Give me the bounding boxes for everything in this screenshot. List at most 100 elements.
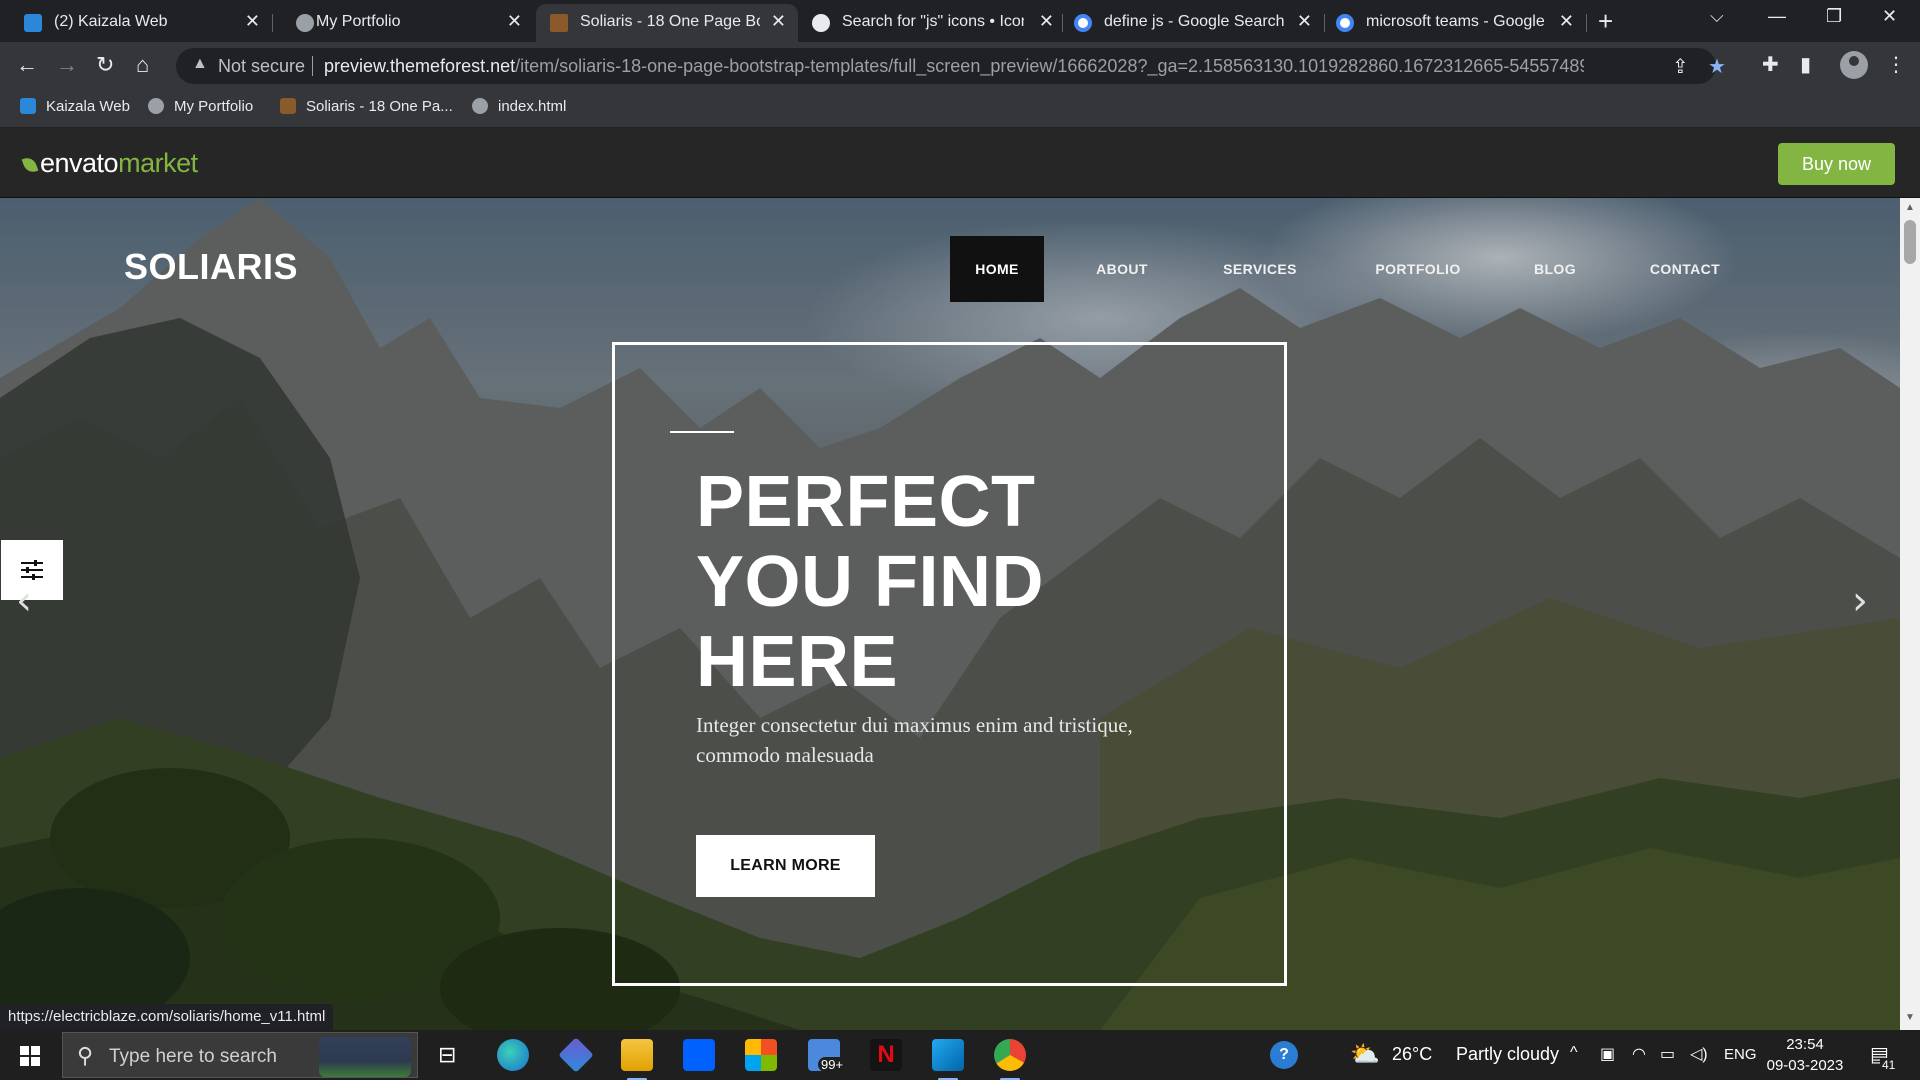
close-tab-icon[interactable]: ✕ xyxy=(507,11,522,32)
globe-icon xyxy=(296,14,314,32)
google-icon xyxy=(1336,14,1354,32)
tab-define-js[interactable]: define js - Google Search ✕ xyxy=(1062,4,1324,42)
globe-icon xyxy=(472,98,488,114)
meet-now-icon[interactable]: ▣ xyxy=(1600,1044,1615,1064)
clock-date: 09-03-2023 xyxy=(1766,1057,1844,1074)
weather-temp[interactable]: 26°C xyxy=(1392,1044,1432,1065)
scrollbar-thumb[interactable] xyxy=(1904,220,1916,264)
tab-title: (2) Kaizala Web xyxy=(54,13,168,30)
next-slide-icon[interactable]: › xyxy=(1852,578,1868,624)
weather-desc[interactable]: Partly cloudy xyxy=(1456,1044,1559,1065)
tab-strip: (2) Kaizala Web ✕ My Portfolio ✕ Soliari… xyxy=(0,0,1920,42)
close-tab-icon[interactable]: ✕ xyxy=(1039,11,1054,32)
page-scrollbar[interactable]: ▲ ▼ xyxy=(1900,198,1920,1030)
task-view-icon[interactable]: ⊟ xyxy=(438,1042,456,1068)
close-tab-icon[interactable]: ✕ xyxy=(1297,11,1312,32)
warning-icon[interactable]: ▲ xyxy=(192,55,208,73)
tab-title: microsoft teams - Google S xyxy=(1366,13,1546,30)
system-clock[interactable]: 23:54 09-03-2023 xyxy=(1760,1034,1850,1076)
reload-icon[interactable]: ↻ xyxy=(96,52,114,78)
scroll-down-icon[interactable]: ▼ xyxy=(1905,1012,1915,1023)
envato-word: envato xyxy=(40,148,119,178)
site-logo[interactable]: SOLIARIS xyxy=(124,246,298,288)
notification-count: 41 xyxy=(1880,1058,1898,1072)
new-tab-icon[interactable]: + xyxy=(1598,6,1613,37)
bookmark-my-portfolio[interactable]: My Portfolio xyxy=(148,98,253,115)
security-label[interactable]: Not secure xyxy=(218,56,305,77)
nav-contact[interactable]: CONTACT xyxy=(1640,236,1730,302)
show-hidden-icons-chevron-icon[interactable]: ^ xyxy=(1570,1044,1578,1062)
back-icon[interactable]: ← xyxy=(16,52,38,78)
extensions-icon[interactable]: ✚ xyxy=(1762,52,1779,77)
tab-separator xyxy=(1586,14,1587,32)
headline-line: PERFECT xyxy=(696,462,1036,542)
bookmark-label: Kaizala Web xyxy=(46,98,130,115)
chrome-icon[interactable] xyxy=(994,1039,1026,1080)
themeforest-favicon-icon xyxy=(280,98,296,114)
share-icon[interactable]: ⇪ xyxy=(1672,54,1689,79)
search-icon: ⚲ xyxy=(77,1043,94,1068)
bookmark-star-icon[interactable]: ★ xyxy=(1708,54,1726,79)
tab-search-chevron-icon[interactable]: ⌵ xyxy=(1710,6,1724,27)
style-switcher-toggle[interactable] xyxy=(1,540,63,600)
microsoft-store-icon[interactable] xyxy=(745,1039,777,1071)
restore-icon[interactable]: ❐ xyxy=(1826,6,1842,27)
prev-slide-icon[interactable]: ‹ xyxy=(16,578,32,624)
nav-about[interactable]: ABOUT xyxy=(1082,236,1162,302)
side-panel-icon[interactable]: ▮ xyxy=(1800,52,1811,77)
edge-icon[interactable] xyxy=(497,1039,529,1071)
windows-start-icon[interactable] xyxy=(20,1046,40,1066)
copilot-icon[interactable] xyxy=(558,1037,594,1073)
tab-title: define js - Google Search xyxy=(1104,13,1284,30)
bookmark-kaizala[interactable]: Kaizala Web xyxy=(20,98,130,115)
vscode-icon[interactable] xyxy=(932,1039,964,1080)
nav-portfolio[interactable]: PORTFOLIO xyxy=(1366,236,1470,302)
tab-title: Search for "js" icons • Iconif xyxy=(842,13,1024,30)
close-tab-icon[interactable]: ✕ xyxy=(1559,11,1574,32)
close-tab-icon[interactable]: ✕ xyxy=(245,11,260,32)
dropbox-icon[interactable] xyxy=(683,1039,715,1071)
sliders-icon xyxy=(21,560,43,580)
tab-soliaris[interactable]: Soliaris - 18 One Page Boot ✕ xyxy=(536,4,798,42)
home-icon[interactable]: ⌂ xyxy=(136,52,149,78)
bookmark-label: My Portfolio xyxy=(174,98,254,115)
learn-more-button[interactable]: LEARN MORE xyxy=(696,835,875,897)
help-icon[interactable]: ? xyxy=(1270,1041,1298,1069)
nav-blog[interactable]: BLOG xyxy=(1526,236,1584,302)
profile-avatar[interactable] xyxy=(1840,51,1868,79)
hero-section: SOLIARIS HOME ABOUT SERVICES PORTFOLIO B… xyxy=(0,198,1900,1030)
tab-kaizala[interactable]: (2) Kaizala Web ✕ xyxy=(0,4,272,42)
taskbar-search-box[interactable]: ⚲ Type here to search xyxy=(62,1032,418,1078)
volume-icon[interactable]: ◁) xyxy=(1690,1044,1708,1064)
file-explorer-icon[interactable] xyxy=(621,1039,653,1080)
minimize-icon[interactable]: — xyxy=(1768,6,1786,27)
close-window-icon[interactable]: ✕ xyxy=(1882,6,1897,27)
bookmark-index-html[interactable]: index.html xyxy=(472,98,566,115)
url-text[interactable]: preview.themeforest.net/item/soliaris-18… xyxy=(324,56,1584,77)
address-bar[interactable]: ▲ Not secure preview.themeforest.net/ite… xyxy=(176,48,1726,84)
bookmark-label: Soliaris - 18 One Pa... xyxy=(306,98,453,115)
netflix-icon[interactable]: N xyxy=(870,1039,902,1071)
hero-subtext: Integer consectetur dui maximus enim and… xyxy=(696,713,1133,767)
battery-icon[interactable]: ▭ xyxy=(1660,1044,1675,1064)
url-host: preview.themeforest.net xyxy=(324,56,516,76)
buy-now-button[interactable]: Buy now xyxy=(1778,143,1895,185)
tab-iconify[interactable]: Search for "js" icons • Iconif ✕ xyxy=(800,4,1062,42)
close-tab-icon[interactable]: ✕ xyxy=(771,11,786,32)
forward-icon[interactable]: → xyxy=(56,52,78,78)
envato-logo[interactable]: envatomarket xyxy=(21,148,198,179)
windows-taskbar: ⚲ Type here to search ⊟ 99+ N ? ⛅ 26°C P… xyxy=(0,1030,1920,1080)
nav-home[interactable]: HOME xyxy=(950,236,1044,302)
tab-my-portfolio[interactable]: My Portfolio ✕ xyxy=(272,4,534,42)
partly-cloudy-icon[interactable]: ⛅ xyxy=(1350,1040,1380,1069)
bookmark-soliaris[interactable]: Soliaris - 18 One Pa... xyxy=(280,98,453,115)
scroll-up-icon[interactable]: ▲ xyxy=(1905,202,1915,213)
headline-line: YOU FIND xyxy=(696,542,1045,622)
envato-market-word: market xyxy=(118,148,198,178)
tab-microsoft-teams[interactable]: microsoft teams - Google S ✕ xyxy=(1324,4,1586,42)
language-indicator[interactable]: ENG xyxy=(1724,1046,1757,1063)
search-highlight-image xyxy=(319,1037,411,1077)
wifi-icon[interactable]: ◠ xyxy=(1632,1044,1646,1064)
more-menu-icon[interactable]: ⋮ xyxy=(1886,52,1906,77)
nav-services[interactable]: SERVICES xyxy=(1214,236,1306,302)
